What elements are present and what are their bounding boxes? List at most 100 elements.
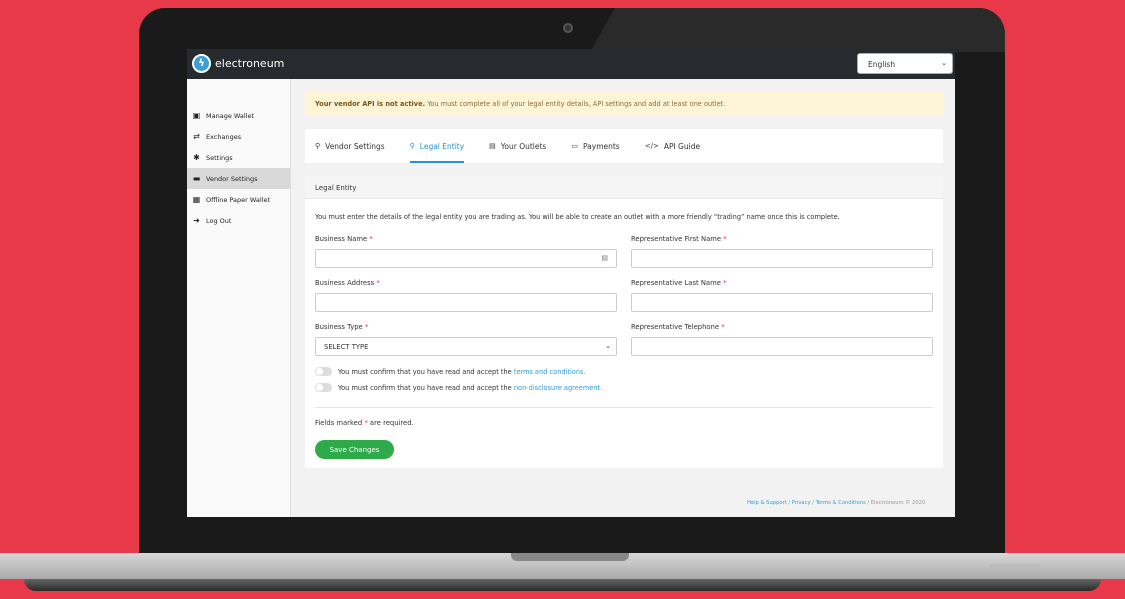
tab-api-guide[interactable]: </> API Guide — [645, 129, 700, 163]
label-text: Representative Telephone — [631, 323, 720, 331]
label-text: Business Address — [315, 279, 375, 287]
lid-glare — [590, 8, 1005, 52]
screen: ϟ electroneum English ⌄ ▣ Manage Wallet ⇄… — [187, 49, 955, 517]
footer-help-link[interactable]: Help & Support — [747, 500, 787, 506]
vendor-api-alert: Your vendor API is not active. You must … — [305, 92, 943, 116]
rep-first-name-label: Representative First Name * — [631, 235, 727, 243]
sidebar-item-label: Offline Paper Wallet — [206, 195, 271, 204]
required-mark: * — [376, 279, 380, 287]
required-mark: * — [721, 323, 725, 331]
footer: Help & Support / Privacy / Terms & Condi… — [747, 500, 925, 506]
contact-card-icon: ▤ — [601, 254, 608, 262]
sidebar-item-label: Log Out — [206, 216, 232, 225]
note-text: Fields marked — [315, 419, 363, 427]
sidebar-item-log-out[interactable]: ➜ Log Out — [187, 210, 290, 231]
tab-label: Your Outlets — [500, 141, 547, 151]
wrench-icon: ⚲ — [409, 142, 415, 150]
label-text: Business Name — [315, 235, 368, 243]
nda-link[interactable]: non-disclosure agreement. — [514, 384, 602, 392]
required-mark: * — [364, 419, 368, 427]
exchange-arrows-icon: ⇄ — [193, 132, 200, 141]
terms-link[interactable]: terms and conditions. — [514, 368, 586, 376]
footer-sep: / — [812, 500, 814, 506]
card-heading: Legal Entity — [305, 176, 943, 199]
label-text: Representative Last Name — [631, 279, 721, 287]
save-changes-button[interactable]: Save Changes — [315, 440, 394, 459]
legal-entity-card: Legal Entity You must enter the details … — [305, 176, 943, 468]
tab-payments[interactable]: ▭ Payments — [571, 129, 619, 163]
tab-label: Vendor Settings — [325, 141, 385, 151]
business-address-input[interactable] — [315, 293, 617, 312]
business-type-label: Business Type * — [315, 323, 368, 331]
terms-toggle-row: You must confirm that you have read and … — [315, 367, 586, 376]
electroneum-logo-icon: ϟ — [192, 54, 211, 73]
footer-sep: / — [867, 500, 870, 506]
chevron-down-icon: ⌄ — [941, 59, 947, 67]
terms-text: You must confirm that you have read and … — [338, 367, 512, 376]
cart-icon: ▬ — [192, 174, 201, 183]
tab-label: Payments — [582, 141, 620, 151]
alert-bold: Your vendor API is not active. — [315, 100, 426, 108]
required-note: Fields marked * are required. — [315, 419, 414, 427]
tab-vendor-settings[interactable]: ⚲ Vendor Settings — [315, 129, 385, 163]
language-select[interactable]: English ⌄ — [857, 53, 953, 74]
nda-toggle[interactable] — [315, 383, 332, 392]
tab-your-outlets[interactable]: ▤ Your Outlets — [489, 129, 546, 163]
label-text: Business Type — [315, 323, 363, 331]
nda-toggle-row: You must confirm that you have read and … — [315, 383, 602, 392]
label-text: Representative First Name — [631, 235, 722, 243]
rep-last-name-input[interactable] — [631, 293, 933, 312]
store-icon: ▤ — [489, 142, 496, 150]
note-text: are required. — [369, 419, 414, 427]
select-value: SELECT TYPE — [324, 343, 369, 351]
wallet-icon: ▣ — [192, 111, 201, 120]
logout-icon: ➜ — [193, 216, 200, 225]
alert-text: You must complete all of your legal enti… — [427, 100, 726, 108]
footer-sep: / — [788, 500, 791, 506]
rep-first-name-input[interactable] — [631, 249, 933, 268]
footer-privacy-link[interactable]: Privacy — [792, 500, 811, 506]
sidebar-item-label: Exchanges — [206, 132, 242, 141]
top-bar: ϟ electroneum English ⌄ — [187, 49, 955, 79]
language-value: English — [868, 60, 896, 69]
rep-last-name-label: Representative Last Name * — [631, 279, 726, 287]
gear-icon: ✱ — [193, 153, 200, 162]
tab-label: API Guide — [663, 141, 701, 151]
tab-bar: ⚲ Vendor Settings ⚲ Legal Entity ▤ Your Out… — [305, 129, 943, 163]
wrench-icon: ⚲ — [315, 142, 321, 150]
business-name-label: Business Name * — [315, 235, 373, 243]
required-mark: * — [369, 235, 373, 243]
laptop-base-shadow — [24, 579, 1101, 591]
sidebar: ▣ Manage Wallet ⇄ Exchanges ✱ Settings ▬ Ven… — [187, 79, 291, 517]
nda-text: You must confirm that you have read and … — [338, 383, 512, 392]
intro-text: You must enter the details of the legal … — [315, 213, 840, 221]
tab-legal-entity[interactable]: ⚲ Legal Entity — [409, 129, 465, 163]
tab-label: Legal Entity — [419, 141, 465, 151]
footer-terms-link[interactable]: Terms & Conditions — [816, 500, 866, 506]
chevron-down-icon: ⌄ — [605, 342, 611, 350]
logo[interactable]: ϟ electroneum — [192, 54, 284, 73]
laptop-vent — [990, 564, 1040, 568]
rep-telephone-input[interactable] — [631, 337, 933, 356]
laptop-notch — [511, 553, 629, 561]
sidebar-item-exchanges[interactable]: ⇄ Exchanges — [187, 126, 290, 147]
terms-toggle[interactable] — [315, 367, 332, 376]
business-address-label: Business Address * — [315, 279, 380, 287]
required-mark: * — [723, 235, 727, 243]
divider — [315, 407, 933, 408]
code-icon: </> — [644, 142, 659, 150]
card-icon: ▭ — [571, 142, 578, 150]
business-type-select[interactable]: SELECT TYPE ⌄ — [315, 337, 617, 356]
sidebar-item-manage-wallet[interactable]: ▣ Manage Wallet — [187, 105, 290, 126]
logo-text: electroneum — [215, 57, 285, 70]
required-mark: * — [723, 279, 727, 287]
camera-icon — [563, 23, 573, 33]
sidebar-item-vendor-settings[interactable]: ▬ Vendor Settings — [187, 168, 290, 189]
sidebar-item-label: Vendor Settings — [206, 174, 258, 183]
sidebar-item-label: Settings — [206, 153, 233, 162]
sidebar-item-offline-paper-wallet[interactable]: ▦ Offline Paper Wallet — [187, 189, 290, 210]
business-name-input[interactable]: ▤ — [315, 249, 617, 268]
sidebar-item-label: Manage Wallet — [206, 111, 255, 120]
sidebar-item-settings[interactable]: ✱ Settings — [187, 147, 290, 168]
required-mark: * — [364, 323, 369, 331]
